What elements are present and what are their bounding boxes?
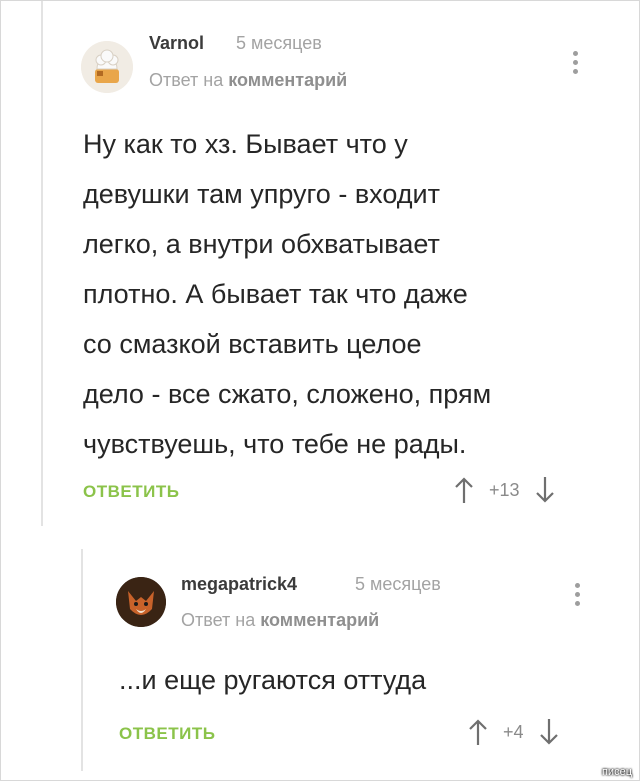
reply-button[interactable]: ОТВЕТИТЬ <box>83 482 179 502</box>
chef-avatar-icon <box>81 41 133 93</box>
screenshot-frame: Varnol 5 месяцев Ответ на комментарий Ну… <box>0 0 640 781</box>
reply-button[interactable]: ОТВЕТИТЬ <box>119 724 215 744</box>
thread-line-nested <box>81 549 83 771</box>
avatar[interactable] <box>116 577 166 627</box>
upvote-arrow-icon[interactable] <box>467 717 489 747</box>
reply-to: Ответ на комментарий <box>181 610 379 631</box>
comment-body: Ну как то хз. Бывает что у девушки там у… <box>83 129 492 459</box>
more-menu-icon[interactable] <box>573 583 581 606</box>
reply-to: Ответ на комментарий <box>149 70 347 91</box>
reply-to-link[interactable]: комментарий <box>228 70 347 90</box>
reply-to-label: Ответ на <box>181 610 256 630</box>
reply-to-link[interactable]: комментарий <box>260 610 379 630</box>
score: +13 <box>489 479 520 500</box>
vote-controls: +4 <box>467 717 560 747</box>
timestamp: 5 месяцев <box>355 574 441 594</box>
vote-controls: +13 <box>453 475 556 505</box>
comment-body: ...и еще ругаются оттуда <box>119 665 427 695</box>
username[interactable]: Varnol <box>149 33 204 54</box>
timestamp: 5 месяцев <box>236 33 322 53</box>
thread-line <box>41 1 43 526</box>
username[interactable]: megapatrick4 <box>181 574 297 595</box>
fox-avatar-icon <box>116 577 166 627</box>
downvote-arrow-icon[interactable] <box>534 475 556 505</box>
watermark: пиcец <box>601 766 632 778</box>
reply-to-label: Ответ на <box>149 70 224 90</box>
avatar[interactable] <box>81 41 133 93</box>
score: +4 <box>503 721 524 742</box>
more-menu-icon[interactable] <box>571 51 579 74</box>
downvote-arrow-icon[interactable] <box>538 717 560 747</box>
upvote-arrow-icon[interactable] <box>453 475 475 505</box>
